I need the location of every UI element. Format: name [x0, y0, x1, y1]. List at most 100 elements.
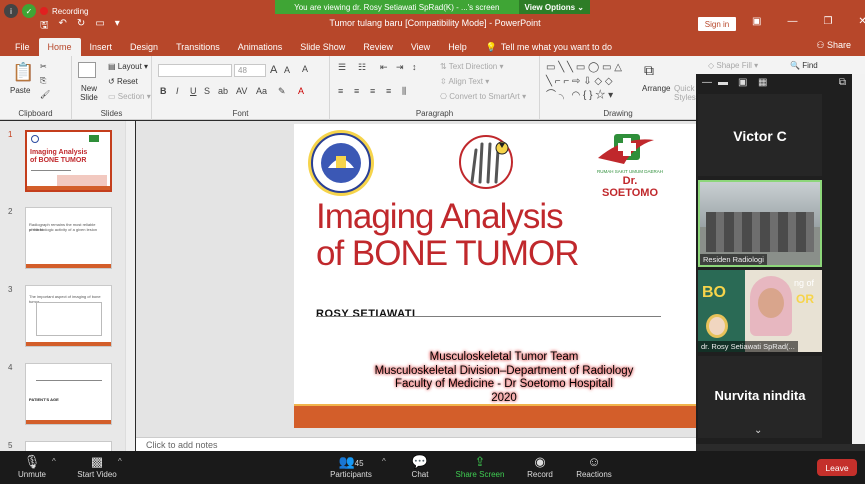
minimize-icon[interactable]: — — [787, 16, 797, 27]
italic-button[interactable]: I — [176, 86, 179, 96]
format-painter-icon[interactable]: 🖌 — [40, 90, 50, 99]
restore-icon[interactable]: ❐ — [823, 16, 832, 27]
arrange-button[interactable]: Arrange — [642, 84, 670, 93]
participant-tile-victor[interactable]: Victor C — [698, 94, 822, 176]
chevron-up-icon[interactable]: ^ — [118, 457, 122, 466]
start-slideshow-icon[interactable]: ▭ — [95, 18, 104, 35]
find-button[interactable]: 🔍 Find — [790, 61, 818, 70]
tell-me-search[interactable]: 💡 Tell me what you want to do — [486, 38, 612, 56]
highlight-icon[interactable]: ✎ — [278, 86, 286, 97]
cut-icon[interactable]: ✂ — [40, 62, 47, 71]
paste-icon[interactable]: 📋 — [12, 62, 34, 83]
slide-affiliation[interactable]: Musculoskeletal Tumor Team Musculoskelet… — [354, 351, 654, 405]
underline-button[interactable]: U — [190, 86, 197, 96]
tab-animations[interactable]: Animations — [229, 38, 292, 56]
chat-button[interactable]: 💬 Chat — [404, 454, 436, 479]
layout-button[interactable]: ▤ Layout ▾ — [108, 62, 148, 71]
chevron-up-icon[interactable]: ^ — [52, 457, 56, 466]
clear-formatting-button[interactable]: A — [302, 64, 308, 74]
align-left-icon[interactable]: ≡ — [338, 86, 343, 96]
slide-thumbnail-4[interactable]: PATIENT'S AGE — [25, 363, 112, 425]
bullets-icon[interactable]: ☰ — [338, 62, 346, 73]
font-color-button[interactable]: A — [298, 86, 304, 96]
shrink-font-button[interactable]: A — [284, 65, 290, 75]
strikethrough-button[interactable]: ab — [218, 86, 228, 96]
strip-view-icon[interactable]: ▬ — [718, 77, 728, 88]
shadow-button[interactable]: S — [204, 86, 210, 96]
copy-icon[interactable]: ⎘ — [40, 76, 46, 86]
line-spacing-icon[interactable]: ↕ — [412, 62, 417, 72]
participants-button[interactable]: 👥45 Participants — [326, 454, 376, 479]
text-direction-button[interactable]: ⇅ Text Direction ▾ — [440, 62, 504, 71]
change-case-button[interactable]: Aa — [256, 86, 267, 96]
font-size-field[interactable]: 48 — [234, 64, 266, 77]
new-slide-button[interactable]: New Slide — [74, 84, 104, 102]
tab-view[interactable]: View — [402, 38, 439, 56]
slide-thumbnail-1[interactable]: Imaging Analysis of BONE TUMOR — [25, 130, 112, 192]
bold-button[interactable]: B — [160, 86, 167, 96]
participant-tile-nurvita[interactable]: Nurvita nindita ⌄ — [698, 356, 822, 438]
notes-pane[interactable]: Click to add notes — [136, 437, 696, 451]
tab-transitions[interactable]: Transitions — [167, 38, 229, 56]
share-screen-button[interactable]: ⇪ Share Screen — [454, 454, 506, 479]
convert-smartart-button[interactable]: ⎔ Convert to SmartArt ▾ — [440, 92, 526, 101]
arrange-icon[interactable]: ⧉ — [644, 62, 654, 79]
reset-button[interactable]: ↺ Reset — [108, 77, 138, 86]
font-family-field[interactable] — [158, 64, 232, 77]
slide-thumbnail-5[interactable] — [25, 441, 112, 451]
participant-tile-residen[interactable]: Residen Radiologi — [698, 180, 822, 267]
tab-slide-show[interactable]: Slide Show — [291, 38, 354, 56]
view-options-button[interactable]: View Options ⌄ — [518, 0, 590, 14]
minimize-gallery-icon[interactable]: — — [702, 77, 712, 88]
right-scrollbar[interactable] — [852, 74, 865, 444]
customize-qa-icon[interactable]: ▾ — [115, 18, 120, 35]
share-button[interactable]: ⚇ Share — [816, 40, 851, 51]
start-video-button[interactable]: ▩ Start Video — [72, 454, 122, 479]
decrease-indent-icon[interactable]: ⇤ — [380, 62, 388, 73]
info-icon[interactable]: i — [4, 4, 18, 18]
close-icon[interactable]: ✕ — [858, 16, 865, 27]
unmute-button[interactable]: 🎙 Unmute — [12, 454, 52, 479]
tab-home[interactable]: Home — [38, 38, 81, 56]
tab-review[interactable]: Review — [354, 38, 402, 56]
numbering-icon[interactable]: ☷ — [358, 62, 366, 73]
char-spacing-button[interactable]: AV — [236, 86, 247, 96]
increase-indent-icon[interactable]: ⇥ — [396, 62, 404, 73]
undo-icon[interactable]: ↶ — [59, 18, 67, 35]
reactions-button[interactable]: ☺ Reactions — [574, 454, 614, 479]
record-button[interactable]: ◉ Record — [522, 454, 558, 479]
grid-view-icon[interactable]: ▦ — [758, 77, 767, 88]
align-text-button[interactable]: ⇳ Align Text ▾ — [440, 77, 489, 86]
columns-icon[interactable]: ⫼ — [402, 86, 406, 97]
redo-icon[interactable]: ↻ — [77, 18, 85, 35]
justify-icon[interactable]: ≡ — [386, 86, 391, 96]
tab-design[interactable]: Design — [121, 38, 167, 56]
shield-icon[interactable]: ✓ — [22, 4, 36, 18]
chevron-up-icon[interactable]: ^ — [382, 457, 386, 466]
align-center-icon[interactable]: ≡ — [354, 86, 359, 96]
tab-insert[interactable]: Insert — [81, 38, 122, 56]
leave-button[interactable]: Leave — [817, 459, 857, 476]
slide-thumbnail-2[interactable]: Radiograph remains the most reliable pre… — [25, 207, 112, 269]
section-button[interactable]: ▭ Section ▾ — [108, 92, 151, 101]
slide-canvas[interactable]: RUMAH SAKIT UMUM DAERAH Dr. SOETOMO Imag… — [294, 124, 696, 428]
new-slide-icon[interactable] — [78, 62, 96, 78]
align-right-icon[interactable]: ≡ — [370, 86, 375, 96]
participant-tile-rosy[interactable]: BO OR ng of dr. Rosy Setiawati SpRad(... — [698, 270, 822, 352]
exit-gallery-icon[interactable]: ⧉ — [839, 77, 846, 88]
quick-styles-button[interactable]: Quick Styles — [674, 84, 696, 102]
slide-title[interactable]: Imaging Analysis of BONE TUMOR — [316, 198, 586, 272]
thumbnails-scrollbar[interactable] — [125, 121, 135, 451]
shapes-gallery[interactable]: ▭ ╲ ╲ ▭ ◯ ▭ △ ╲ ⌐ ⌐ ⇨ ⇩ ◇ ◇ ⌒ ╮ ◠ { } ☆ ▾ — [546, 61, 640, 105]
tab-file[interactable]: File — [6, 38, 39, 56]
slide-thumbnail-3[interactable]: The important aspect of imaging of bone … — [25, 285, 112, 347]
speaker-view-icon[interactable]: ▣ — [738, 77, 747, 88]
sign-in-button[interactable]: Sign in — [698, 17, 736, 31]
save-icon[interactable]: 🖫 — [40, 18, 49, 35]
ribbon-display-icon[interactable]: ▣ — [752, 16, 761, 27]
paste-button[interactable]: Paste — [10, 86, 30, 95]
slide-author[interactable]: ROSY SETIAWATI — [316, 308, 416, 320]
tab-help[interactable]: Help — [439, 38, 476, 56]
chevron-down-icon[interactable]: ⌄ — [754, 425, 762, 436]
shape-fill-button[interactable]: ◇ Shape Fill ▾ — [708, 61, 758, 70]
